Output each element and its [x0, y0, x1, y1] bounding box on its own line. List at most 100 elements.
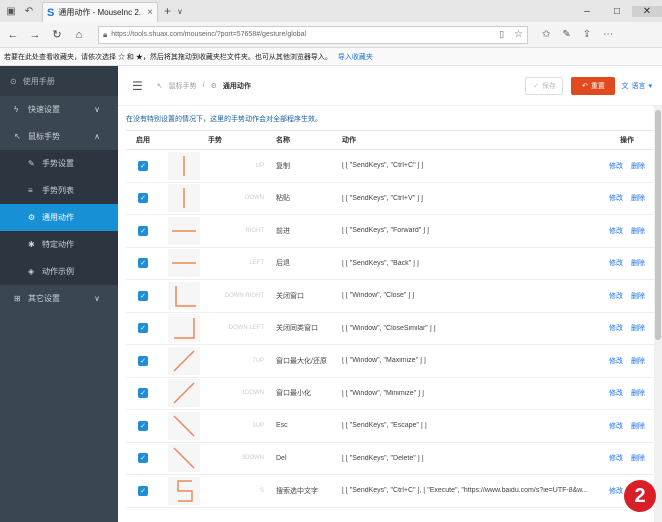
- delete-link[interactable]: 删除: [631, 193, 645, 203]
- delete-link[interactable]: 删除: [631, 421, 645, 431]
- reset-label: 重置: [590, 82, 605, 90]
- col-gesture: 手势: [208, 137, 222, 144]
- back-icon[interactable]: ←: [4, 29, 22, 41]
- sidebar-item-other-settings[interactable]: ⊞ 其它设置 ∨: [0, 285, 118, 312]
- edit-link[interactable]: 修改: [609, 486, 623, 496]
- chevron-down-icon[interactable]: ∨: [177, 7, 183, 16]
- enabled-checkbox[interactable]: ✓: [138, 388, 148, 399]
- scrollbar-thumb[interactable]: [655, 110, 661, 340]
- sidebar-item-action-examples[interactable]: ◈ 动作示例: [0, 258, 118, 285]
- action-name: 窗口最小化: [276, 390, 311, 398]
- share-icon[interactable]: ⇪: [583, 29, 591, 40]
- menu-toggle-icon[interactable]: ☰: [132, 79, 143, 93]
- sidebar-item-mouse-gesture[interactable]: ↖ 鼠标手势 ∧: [0, 123, 118, 150]
- table-row: ✓ 1DOWN 窗口最小化 [ [ "Window", "Minimize" ] ] 修…: [126, 378, 654, 410]
- enabled-checkbox[interactable]: ✓: [138, 420, 148, 431]
- sidebar-item-gesture-settings[interactable]: ✎ 手势设置: [0, 150, 118, 177]
- delete-link[interactable]: 删除: [631, 388, 645, 398]
- enabled-checkbox[interactable]: ✓: [138, 225, 148, 236]
- sidebar-item-specific-actions[interactable]: ✱ 特定动作: [0, 231, 118, 258]
- edit-link[interactable]: 修改: [609, 161, 623, 171]
- delete-link[interactable]: 删除: [631, 226, 645, 236]
- save-label: 保存: [541, 82, 556, 90]
- enabled-checkbox[interactable]: ✓: [138, 290, 148, 301]
- table-row: ✓ DOWN LEFT 关闭同类窗口 [ [ "Window", "CloseSimi…: [126, 313, 654, 345]
- refresh-icon[interactable]: ↻: [48, 28, 66, 41]
- window-controls: – □ ✕: [572, 5, 662, 17]
- sidebar-item-gesture-list[interactable]: ≡ 手势列表: [0, 177, 118, 204]
- enabled-cell: ✓: [126, 355, 160, 366]
- forward-icon[interactable]: →: [26, 29, 44, 41]
- delete-link[interactable]: 删除: [631, 291, 645, 301]
- scrollbar[interactable]: [654, 106, 662, 522]
- enabled-checkbox[interactable]: ✓: [138, 193, 148, 204]
- gesture-preview: [168, 314, 200, 343]
- import-favorites-link[interactable]: 导入收藏夹: [338, 52, 373, 62]
- action-name: Del: [276, 454, 287, 462]
- save-button[interactable]: ✓ 保存: [525, 76, 564, 95]
- col-name: 名称: [276, 137, 290, 144]
- browser-tab[interactable]: S 通用动作 - MouseInc 2. ×: [42, 2, 158, 22]
- edit-link[interactable]: 修改: [609, 323, 623, 333]
- delete-link[interactable]: 删除: [631, 161, 645, 171]
- ops-cell: 修改删除: [600, 356, 654, 366]
- language-icon: 文: [621, 82, 629, 90]
- action-name: 粘贴: [276, 195, 290, 203]
- chevron-down-icon: ∨: [94, 294, 100, 303]
- maximize-icon[interactable]: □: [602, 6, 632, 17]
- gesture-stroke-icon: [183, 188, 185, 209]
- edit-link[interactable]: 修改: [609, 226, 623, 236]
- favorites-icon[interactable]: ✩: [542, 29, 550, 40]
- url-field[interactable]: 🔒︎ https://tools.shuax.com/mouseinc/?por…: [98, 25, 528, 44]
- edit-link[interactable]: 修改: [609, 356, 623, 366]
- home-icon[interactable]: ⌂: [70, 29, 88, 41]
- edit-link[interactable]: 修改: [609, 453, 623, 463]
- enabled-checkbox[interactable]: ✓: [138, 453, 148, 464]
- edit-link[interactable]: 修改: [609, 193, 623, 203]
- gesture-name: RIGHT: [245, 227, 264, 234]
- gesture-preview: [168, 281, 200, 310]
- gesture-cell: DOWN LEFT: [160, 314, 270, 343]
- breadcrumb: ↖ 鼠标手势 / ⚙ 通用动作: [157, 81, 251, 91]
- delete-link[interactable]: 删除: [631, 356, 645, 366]
- reading-view-icon[interactable]: ▯: [499, 29, 504, 40]
- gesture-stroke-icon: [183, 155, 185, 176]
- sidebar-item-quick-settings[interactable]: ϟ 快速设置 ∨: [0, 96, 118, 123]
- delete-link[interactable]: 删除: [631, 323, 645, 333]
- more-icon[interactable]: ⋯: [603, 29, 613, 40]
- gesture-stroke-icon: [177, 480, 193, 502]
- enabled-checkbox[interactable]: ✓: [138, 258, 148, 269]
- sidebar-header-label: 使用手册: [22, 76, 55, 86]
- edit-link[interactable]: 修改: [609, 258, 623, 268]
- language-dropdown[interactable]: 文 语言 ▾: [621, 81, 652, 91]
- enabled-checkbox[interactable]: ✓: [138, 323, 148, 334]
- minimize-icon[interactable]: –: [572, 6, 602, 17]
- action-name: 关闭同类窗口: [276, 325, 318, 333]
- close-tab-icon[interactable]: ×: [147, 7, 153, 18]
- col-action: 动作: [342, 137, 356, 144]
- actions-table: 启用 手势 名称 动作 操作 ✓ UP 复制 [ [ "SendKeys", "Ctr…: [126, 130, 654, 508]
- enabled-checkbox[interactable]: ✓: [138, 485, 148, 496]
- sidebar-header[interactable]: ⊙ 使用手册: [0, 66, 118, 96]
- close-window-icon[interactable]: ✕: [632, 5, 662, 17]
- gesture-preview: [168, 379, 200, 408]
- delete-link[interactable]: 删除: [631, 258, 645, 268]
- edit-link[interactable]: 修改: [609, 421, 623, 431]
- sidebar-item-common-actions[interactable]: ⚙ 通用动作: [0, 204, 118, 231]
- enabled-checkbox[interactable]: ✓: [138, 160, 148, 171]
- tab-manager-icon[interactable]: ▣: [4, 4, 18, 18]
- enabled-checkbox[interactable]: ✓: [138, 355, 148, 366]
- edit-link[interactable]: 修改: [609, 291, 623, 301]
- pen-icon[interactable]: ✎: [562, 29, 570, 40]
- chevron-down-icon: ∨: [94, 105, 100, 114]
- tab-back-icon[interactable]: ↶: [22, 4, 36, 18]
- mouse-icon: ↖: [156, 82, 163, 90]
- edit-link[interactable]: 修改: [609, 388, 623, 398]
- favorite-star-icon[interactable]: ☆: [514, 29, 523, 40]
- delete-link[interactable]: 删除: [631, 453, 645, 463]
- new-tab-icon[interactable]: +: [164, 4, 171, 18]
- breadcrumb-item[interactable]: 鼠标手势: [169, 81, 197, 91]
- sidebar-item-label: 通用动作: [42, 213, 74, 222]
- reset-button[interactable]: ↶ 重置: [571, 76, 616, 95]
- sidebar-item-label: 特定动作: [42, 240, 74, 249]
